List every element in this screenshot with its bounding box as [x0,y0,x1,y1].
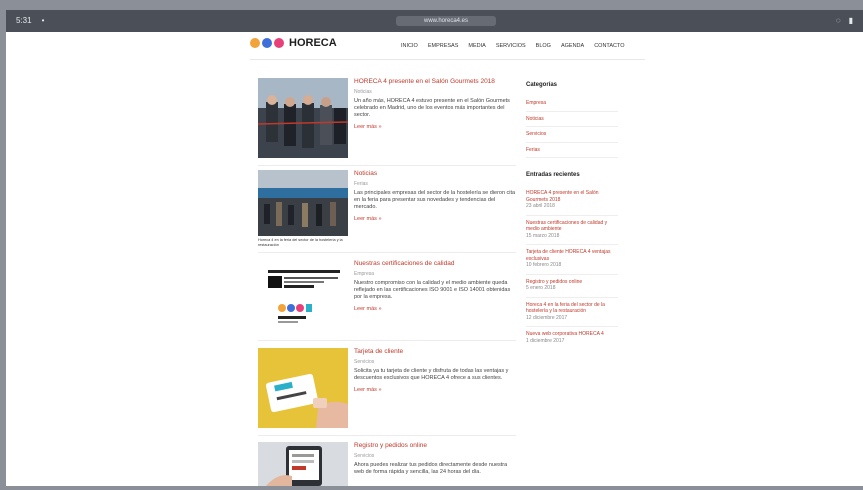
sidebar-category-servicios[interactable]: Servicios [526,127,618,143]
post-1-read-more[interactable]: Leer más » [354,124,516,130]
post-3: Nuestras certificaciones de calidad Empr… [258,260,516,340]
post-3-image[interactable] [258,260,348,340]
post-4-image[interactable] [258,348,348,428]
recent-post-title[interactable]: HORECA 4 presente en el Salón Gourmets 2… [526,190,599,203]
post-4: Tarjeta de cliente Servicios Solicita ya… [258,348,516,428]
recent-posts-heading: Entradas recientes [526,172,580,178]
recent-post[interactable]: Nuestras certificaciones de calidad y me… [526,216,618,245]
post-2-read-more[interactable]: Leer más » [354,216,516,222]
post-separator [258,435,516,436]
post-2-title[interactable]: Noticias [354,170,516,178]
logo-dot-1 [250,38,260,48]
main-nav: INICIO EMPRESAS MEDIA SERVICIOS BLOG AGE… [401,43,625,49]
logo-dot-3 [274,38,284,48]
post-4-title[interactable]: Tarjeta de cliente [354,348,516,356]
recent-post-title[interactable]: Registro y pedidos online [526,279,582,285]
post-2-image[interactable] [258,170,348,236]
nav-item-contacto[interactable]: CONTACTO [594,43,624,49]
recent-post[interactable]: Nueva web corporativa HORECA 4 1 diciemb… [526,327,618,349]
browser-status-bar: 5:31 • www.horeca4.es ◌ ▮ [6,10,863,32]
status-left: 5:31 • [16,16,44,25]
site-header: HORECA INICIO EMPRESAS MEDIA SERVICIOS B… [250,38,645,56]
post-4-category[interactable]: Servicios [354,359,516,365]
post-2-excerpt: Las principales empresas del sector de l… [354,190,516,210]
recent-post-date: 23 abril 2018 [526,203,555,209]
recent-post-title[interactable]: Nueva web corporativa HORECA 4 [526,331,604,337]
post-5: Registro y pedidos online Servicios Ahor… [258,442,516,486]
nav-item-empresas[interactable]: EMPRESAS [428,43,459,49]
recent-post-date: 1 diciembre 2017 [526,337,565,344]
post-separator [258,252,516,253]
status-time: 5:31 [16,16,32,25]
post-2-content: Noticias Ferias Las principales empresas… [354,170,516,222]
logo-text: HORECA [289,37,337,49]
sidebar: Categorías Empresa Noticias Servicios Fe… [526,82,618,349]
post-5-excerpt: Ahora puedes realizar tus pedidos direct… [354,462,508,475]
status-dot: • [41,16,45,25]
nav-item-servicios[interactable]: SERVICIOS [496,43,526,49]
post-4-excerpt: Solicita ya tu tarjeta de cliente y disf… [354,368,509,381]
post-1-image[interactable] [258,78,348,158]
post-1: HORECA 4 presente en el Salón Gourmets 2… [258,78,516,158]
recent-post[interactable]: HORECA 4 presente en el Salón Gourmets 2… [526,186,618,216]
post-3-category[interactable]: Empresa [354,271,516,277]
logo-dot-2 [262,38,272,48]
post-1-title[interactable]: HORECA 4 presente en el Salón Gourmets 2… [354,78,516,86]
post-5-image[interactable] [258,442,348,486]
recent-post-title[interactable]: Nuestras certificaciones de calidad y me… [526,220,607,233]
header-divider [250,59,645,60]
post-5-category[interactable]: Servicios [354,453,516,459]
recent-post[interactable]: Tarjeta de cliente HORECA 4 ventajas exc… [526,245,618,275]
recent-post[interactable]: Registro y pedidos online 5 enero 2018 [526,275,618,298]
site-logo[interactable]: HORECA [250,37,337,49]
post-1-content: HORECA 4 presente en el Salón Gourmets 2… [354,78,516,130]
sidebar-category-empresa[interactable]: Empresa [526,96,618,112]
recent-post-date: 12 diciembre 2017 [526,314,568,321]
post-3-excerpt: Nuestro compromiso con la calidad y el m… [354,280,511,300]
nav-item-inicio[interactable]: INICIO [401,43,418,49]
nav-item-agenda[interactable]: AGENDA [561,43,584,49]
recent-post-title[interactable]: Horeca 4 en la feria del sector de la ho… [526,302,605,315]
web-page: HORECA INICIO EMPRESAS MEDIA SERVICIOS B… [6,32,863,486]
post-separator [258,165,516,166]
recent-post[interactable]: Horeca 4 en la feria del sector de la ho… [526,298,618,327]
recent-post-date: 5 enero 2018 [526,285,556,291]
post-5-content: Registro y pedidos online Servicios Ahor… [354,442,516,476]
post-2: Noticias Ferias Las principales empresas… [258,170,516,240]
post-4-read-more[interactable]: Leer más » [354,387,516,393]
battery-icon: ▮ [848,16,853,25]
status-right: ◌ ▮ [836,16,853,25]
nav-item-media[interactable]: MEDIA [468,43,485,49]
post-4-content: Tarjeta de cliente Servicios Solicita ya… [354,348,516,393]
post-2-category[interactable]: Ferias [354,181,516,187]
nav-item-blog[interactable]: BLOG [536,43,551,49]
post-separator [258,340,516,341]
address-bar[interactable]: www.horeca4.es [396,16,496,26]
categories-heading: Categorías [526,82,558,88]
post-3-content: Nuestras certificaciones de calidad Empr… [354,260,516,312]
sidebar-category-noticias[interactable]: Noticias [526,112,618,127]
post-2-caption: Horeca 4 en la feria del sector de la ho… [258,238,343,247]
post-3-read-more[interactable]: Leer más » [354,306,516,312]
recent-post-date: 15 marzo 2018 [526,232,560,239]
post-1-excerpt: Un año más, HORECA 4 estuvo presente en … [354,98,510,118]
wifi-icon: ◌ [835,16,841,25]
sidebar-category-ferias[interactable]: Ferias [526,143,618,158]
post-5-title[interactable]: Registro y pedidos online [354,442,516,450]
post-1-category[interactable]: Noticias [354,89,516,95]
recent-post-title[interactable]: Tarjeta de cliente HORECA 4 ventajas exc… [526,249,611,262]
recent-post-date: 10 febrero 2018 [526,262,562,268]
post-3-title[interactable]: Nuestras certificaciones de calidad [354,260,516,268]
